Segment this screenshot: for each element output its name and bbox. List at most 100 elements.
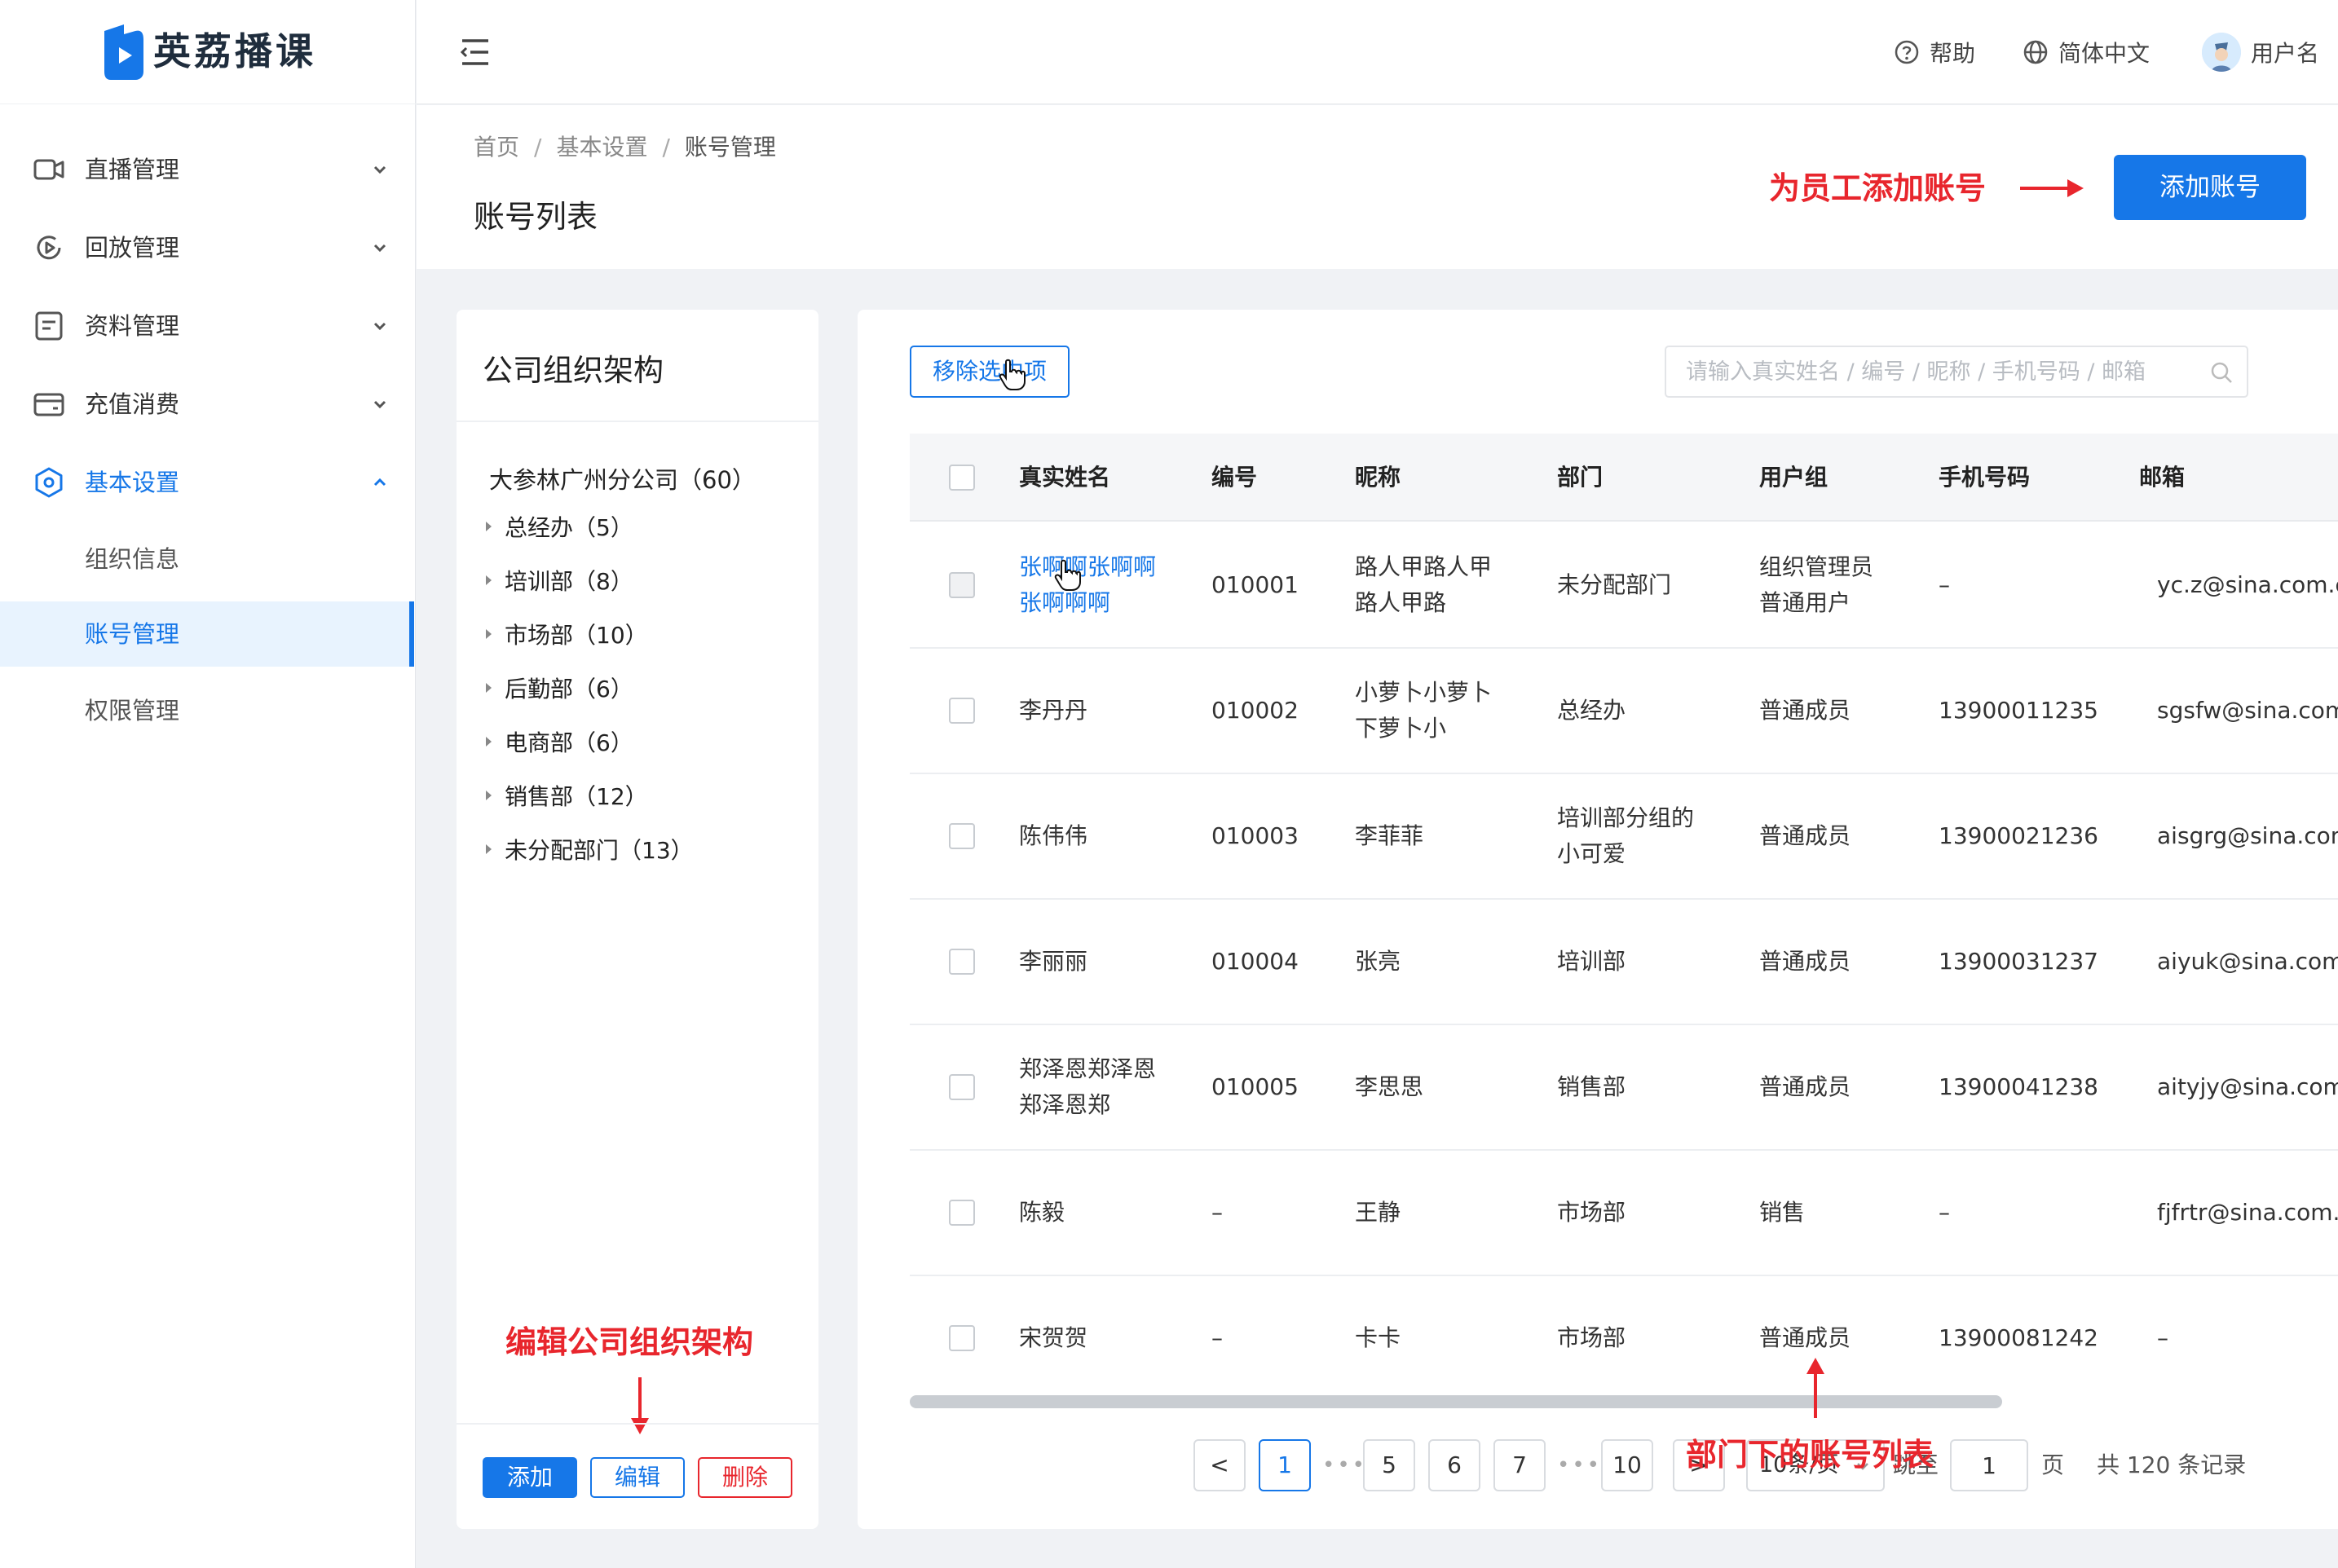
account-table-panel: 移除选中项 真实姓名 编号 昵称 部门 用户组 手机号码 邮箱 张啊啊张啊啊 张…	[858, 310, 2338, 1529]
sidebar-item-org-info[interactable]: 组织信息	[0, 526, 414, 592]
sidebar-item-live[interactable]: 直播管理	[0, 130, 414, 209]
table-row[interactable]: 李丽丽 010004 张亮 培训部 普通成员 13900031237 aiyuk…	[910, 900, 2338, 1025]
sidebar-item-replay[interactable]: 回放管理	[0, 209, 414, 287]
help-label: 帮助	[1930, 40, 1976, 67]
select-all-checkbox[interactable]	[949, 465, 975, 491]
pagination-ellipsis[interactable]: •••	[1557, 1439, 1602, 1491]
tree-node-label: 未分配部门（13）	[505, 837, 694, 864]
row-checkbox[interactable]	[949, 1200, 975, 1226]
cell-department: 未分配部门	[1557, 571, 1672, 598]
column-header-email[interactable]: 邮箱	[2139, 434, 2185, 522]
page-button-current[interactable]: 1	[1259, 1439, 1311, 1491]
org-edit-button[interactable]: 编辑	[590, 1457, 685, 1498]
sidebar-item-label: 直播管理	[85, 156, 180, 183]
row-checkbox[interactable]	[949, 1325, 975, 1351]
cell-id: 010002	[1211, 697, 1299, 724]
chevron-down-icon	[373, 244, 386, 253]
page-button[interactable]: 10	[1601, 1439, 1653, 1491]
table-row[interactable]: 郑泽恩郑泽恩 郑泽恩郑 010005 李思思 销售部 普通成员 13900041…	[910, 1025, 2338, 1151]
sidebar-item-label: 账号管理	[85, 620, 180, 648]
org-root-node[interactable]: 大参林广州分公司（60）	[489, 461, 756, 496]
search-icon[interactable]	[2209, 360, 2234, 385]
logo-icon	[104, 24, 143, 80]
cell-phone: 13900081242	[1939, 1324, 2098, 1351]
settings-icon	[35, 467, 63, 498]
cell-id: 010005	[1211, 1073, 1299, 1100]
cell-name: 郑泽恩郑泽恩 郑泽恩郑	[1019, 1055, 1157, 1118]
row-checkbox[interactable]	[949, 572, 975, 598]
page-button[interactable]: 5	[1363, 1439, 1415, 1491]
tree-node-dept[interactable]: 后勤部（6）	[486, 672, 633, 704]
row-checkbox[interactable]	[949, 823, 975, 849]
table-row[interactable]: 张啊啊张啊啊 张啊啊啊 010001 路人甲路人甲 路人甲路 未分配部门 组织管…	[910, 523, 2338, 649]
table-row[interactable]: 宋贺贺 – 卡卡 市场部 普通成员 13900081242 –	[910, 1276, 2338, 1402]
search-input[interactable]	[1666, 347, 2188, 396]
breadcrumb-settings[interactable]: 基本设置	[556, 134, 647, 161]
sidebar-item-label: 充值消费	[85, 390, 180, 418]
cell-name[interactable]: 张啊啊张啊啊 张啊啊啊	[1019, 549, 1156, 621]
cell-phone: –	[1939, 571, 1950, 598]
column-header-phone[interactable]: 手机号码	[1939, 434, 2030, 522]
cell-nickname: 李思思	[1355, 1073, 1424, 1100]
hand-cursor-icon	[1054, 559, 1081, 591]
cell-phone: –	[1939, 1199, 1950, 1226]
sidebar-item-permissions[interactable]: 权限管理	[0, 678, 414, 743]
cell-id: 010003	[1211, 822, 1299, 849]
cell-name: 宋贺贺	[1019, 1324, 1088, 1351]
column-header-id[interactable]: 编号	[1211, 434, 1257, 522]
row-checkbox[interactable]	[949, 949, 975, 975]
cell-department: 销售部	[1557, 1073, 1626, 1100]
cell-user-group: 组织管理员 普通用户	[1759, 553, 1874, 616]
tree-node-dept[interactable]: 未分配部门（13）	[486, 833, 694, 865]
column-header-name[interactable]: 真实姓名	[1019, 434, 1110, 522]
sidebar-item-account-management[interactable]: 账号管理	[0, 601, 414, 667]
prev-page-button[interactable]: <	[1193, 1439, 1246, 1491]
sidebar-item-recharge[interactable]: 充值消费	[0, 365, 414, 443]
tree-node-dept[interactable]: 总经办（5）	[486, 510, 633, 543]
org-add-button[interactable]: 添加	[483, 1457, 577, 1498]
caret-right-icon	[486, 791, 492, 800]
tree-node-dept[interactable]: 销售部（12）	[486, 779, 648, 812]
tree-node-label: 市场部（10）	[505, 622, 648, 649]
tree-node-dept[interactable]: 培训部（8）	[486, 564, 633, 597]
tree-node-dept[interactable]: 市场部（10）	[486, 618, 648, 650]
cell-user-group: 普通成员	[1759, 697, 1851, 724]
horizontal-scrollbar[interactable]	[910, 1395, 2002, 1408]
column-header-user-group[interactable]: 用户组	[1759, 434, 1828, 522]
cell-user-group: 普通成员	[1759, 1324, 1851, 1351]
tree-node-label: 总经办（5）	[505, 514, 633, 541]
sidebar-item-settings[interactable]: 基本设置	[0, 443, 414, 522]
cell-department: 市场部	[1557, 1324, 1626, 1351]
search-box[interactable]	[1665, 346, 2248, 398]
cell-user-group: 销售	[1759, 1199, 1806, 1226]
page-button[interactable]: 6	[1428, 1439, 1480, 1491]
help-button[interactable]: 帮助	[1894, 28, 1975, 77]
sidebar-item-materials[interactable]: 资料管理	[0, 287, 414, 365]
table-row[interactable]: 李丹丹 010002 小萝卜小萝卜 下萝卜小 总经办 普通成员 13900011…	[910, 649, 2338, 774]
sidebar: 英荔播课 直播管理 回放管理 资料管理 充值消费 基本设置 组织信息 账号管理 …	[0, 0, 416, 1568]
table-row[interactable]: 陈毅 – 王静 市场部 销售 – fjfrtr@sina.com.cn	[910, 1151, 2338, 1276]
column-header-nickname[interactable]: 昵称	[1355, 434, 1401, 522]
goto-page-input[interactable]	[1950, 1439, 2028, 1491]
pagination-ellipsis[interactable]: •••	[1322, 1439, 1367, 1491]
user-menu[interactable]: 用户名	[2202, 28, 2319, 77]
row-checkbox[interactable]	[949, 1074, 975, 1100]
remove-selected-button[interactable]: 移除选中项	[910, 346, 1070, 398]
page-title: 账号列表	[474, 199, 598, 235]
tree-node-label: 培训部（8）	[505, 568, 633, 595]
logo[interactable]: 英荔播课	[0, 0, 416, 104]
add-account-button[interactable]: 添加账号	[2114, 155, 2306, 220]
language-selector[interactable]: 简体中文	[2023, 28, 2150, 77]
sidebar-item-label: 组织信息	[85, 545, 180, 573]
breadcrumb-home[interactable]: 首页	[474, 134, 519, 161]
page-button[interactable]: 7	[1493, 1439, 1546, 1491]
menu-fold-icon[interactable]	[459, 37, 492, 67]
row-checkbox[interactable]	[949, 698, 975, 724]
tree-node-label: 后勤部（6）	[505, 676, 633, 703]
org-delete-button[interactable]: 删除	[698, 1457, 792, 1498]
cell-name: 陈毅	[1019, 1199, 1065, 1226]
tree-node-dept[interactable]: 电商部（6）	[486, 725, 633, 758]
cell-user-group: 普通成员	[1759, 1073, 1851, 1100]
column-header-department[interactable]: 部门	[1557, 434, 1603, 522]
table-row[interactable]: 陈伟伟 010003 李菲菲 培训部分组的 小可爱 普通成员 139000212…	[910, 774, 2338, 900]
